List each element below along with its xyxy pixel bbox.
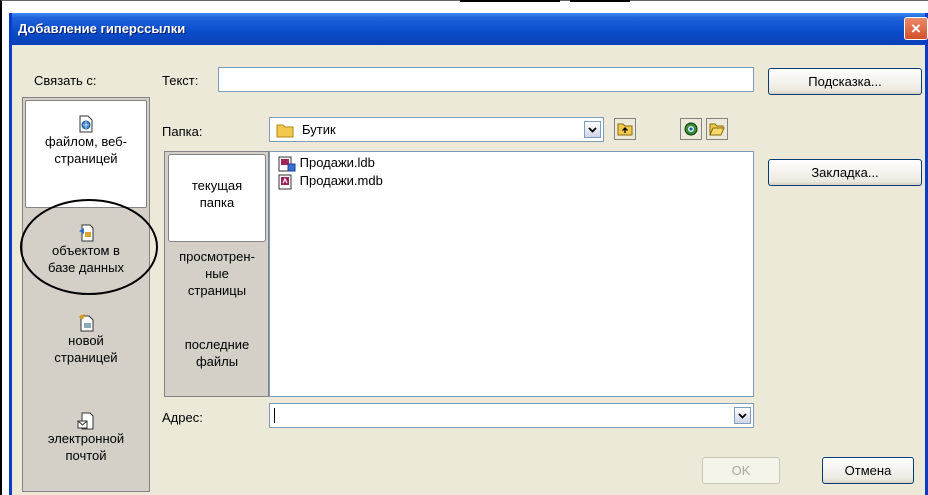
address-dropdown-arrow[interactable] <box>734 407 751 424</box>
address-combo[interactable] <box>269 403 754 428</box>
access-database-icon <box>278 174 292 190</box>
look-in-browsed-pages[interactable]: просмотрен- ные страницы <box>168 248 266 318</box>
file-name: Продажи.ldb <box>299 155 375 170</box>
look-in-browsed-pages-line2: ные <box>205 266 229 281</box>
folder-icon <box>276 124 294 138</box>
look-in-browsed-pages-line1: просмотрен- <box>179 249 255 264</box>
link-to-database-object[interactable]: объектом в базе данных <box>25 218 147 298</box>
chevron-down-icon <box>588 127 597 133</box>
look-in-current-folder-line2: папка <box>199 195 235 210</box>
link-to-file-web-page-line2: страницей <box>54 151 118 166</box>
background-line <box>570 0 630 2</box>
link-to-email-line1: электронной <box>47 431 125 446</box>
file-list[interactable]: Продажи.ldb Продажи.mdb <box>269 151 754 397</box>
hyperlink-dialog: Добавление гиперссылки × Связать с: файл… <box>9 13 928 495</box>
chevron-down-icon <box>738 413 747 419</box>
look-in-panel: текущая папка просмотрен- ные страницы п… <box>164 151 269 397</box>
look-in-browsed-pages-line3: страницы <box>187 283 247 298</box>
up-folder-icon <box>617 123 633 136</box>
title-bar: Добавление гиперссылки × <box>12 13 928 45</box>
link-to-new-page-line1: новой <box>68 333 104 348</box>
hint-button[interactable]: Подсказка... <box>768 68 922 95</box>
look-in-recent-files-line2: файлы <box>195 354 239 369</box>
link-to-database-object-line2: базе данных <box>48 260 124 275</box>
folder-value: Бутик <box>302 122 336 137</box>
ok-button[interactable]: OK <box>702 457 780 484</box>
access-lock-file-icon <box>278 156 296 172</box>
text-cursor <box>274 408 275 423</box>
look-in-current-folder-line1: текущая <box>191 178 243 193</box>
link-to-file-web-page-line1: файлом, веб- <box>45 134 127 149</box>
browse-web-icon <box>684 122 698 136</box>
folder-dropdown-arrow[interactable] <box>584 121 601 138</box>
browse-file-icon <box>709 123 725 136</box>
browse-file-button[interactable] <box>706 118 728 140</box>
look-in-recent-files-line1: последние <box>184 337 250 352</box>
link-to-new-page[interactable]: новой страницей <box>25 308 147 388</box>
dialog-title: Добавление гиперссылки <box>18 21 186 36</box>
folder-label: Папка: <box>162 124 203 139</box>
address-label: Адрес: <box>162 410 203 425</box>
look-in-current-folder[interactable]: текущая папка <box>168 154 266 242</box>
file-row[interactable]: Продажи.mdb <box>278 172 383 190</box>
link-to-email[interactable]: электронной почтой <box>25 398 147 478</box>
look-in-recent-files[interactable]: последние файлы <box>168 336 266 386</box>
text-input[interactable] <box>218 67 754 92</box>
link-to-file-web-page[interactable]: файлом, веб- страницей <box>25 100 147 208</box>
email-icon <box>77 412 94 430</box>
text-label: Текст: <box>162 73 199 88</box>
link-to-database-object-line1: объектом в <box>52 243 120 258</box>
close-button[interactable]: × <box>904 17 928 40</box>
up-folder-button[interactable] <box>614 118 636 140</box>
background-line <box>460 0 560 2</box>
link-to-panel: файлом, веб- страницей объектом в базе д… <box>22 97 150 492</box>
new-page-icon <box>78 314 94 332</box>
cancel-button[interactable]: Отмена <box>822 457 914 484</box>
browse-web-button[interactable] <box>680 118 702 140</box>
file-row[interactable]: Продажи.ldb <box>278 154 375 172</box>
file-name: Продажи.mdb <box>299 173 383 188</box>
link-to-new-page-line2: страницей <box>54 350 118 365</box>
folder-combo[interactable]: Бутик <box>269 117 604 142</box>
link-to-email-line2: почтой <box>65 448 107 463</box>
close-icon: × <box>911 19 921 38</box>
bookmark-button[interactable]: Закладка... <box>768 159 922 186</box>
database-object-icon <box>79 224 94 242</box>
link-to-label: Связать с: <box>34 73 97 88</box>
web-page-icon <box>79 115 93 133</box>
